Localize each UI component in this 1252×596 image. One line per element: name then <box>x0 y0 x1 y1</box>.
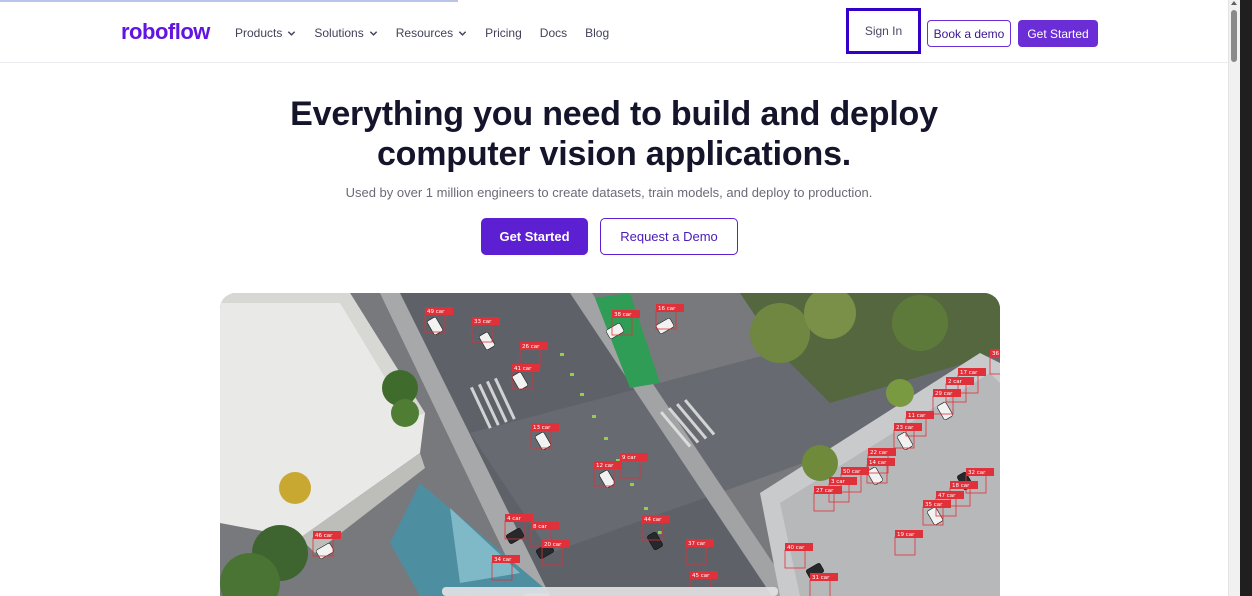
menu-docs[interactable]: Docs <box>540 26 567 40</box>
roboflow-logo[interactable]: roboflow <box>121 19 210 45</box>
menu-blog[interactable]: Blog <box>585 26 609 40</box>
detection-label: 40 car <box>787 545 805 551</box>
detection-label: 29 car <box>935 391 953 397</box>
detection-label: 35 car <box>925 502 943 508</box>
detection-label: 46 car <box>315 533 333 539</box>
sign-in-label: Sign In <box>864 24 903 38</box>
page-scrollbar[interactable] <box>1228 0 1240 596</box>
detection-label: 11 car <box>908 413 926 419</box>
window-edge <box>1240 0 1252 596</box>
detection-label: 37 car <box>688 541 706 547</box>
detection-label: 44 car <box>644 517 662 523</box>
chevron-down-icon <box>458 30 467 36</box>
detection-label: 22 car <box>870 450 888 456</box>
hero-demo-video[interactable]: 49 car 33 car 26 car 41 car 38 car 16 car 13 c… <box>220 293 1000 596</box>
hero-title: Everything you need to build and deploy … <box>0 94 1228 174</box>
menu-products-label: Products <box>235 26 283 40</box>
detection-label: 41 car <box>514 366 532 372</box>
detection-label: 47 car <box>938 493 956 499</box>
hero-title-line-2: computer vision applications. <box>376 135 852 173</box>
detection-label: 18 car <box>952 483 970 489</box>
nav-get-started-button[interactable]: Get Started <box>1018 20 1098 47</box>
menu-docs-label: Docs <box>539 26 568 40</box>
main-menu: Products Solutions Resources Pricing Doc… <box>235 26 627 40</box>
detection-label: 17 car <box>960 370 978 376</box>
menu-blog-label: Blog <box>585 26 610 40</box>
detection-label: 49 car <box>427 309 445 315</box>
detection-label: 8 car <box>533 524 548 530</box>
book-demo-button[interactable]: Book a demo <box>927 20 1011 47</box>
detection-label: 23 car <box>896 425 914 431</box>
detection-label: 27 car <box>816 488 834 494</box>
detection-label: 12 car <box>596 463 614 469</box>
detection-label: 34 car <box>494 557 512 563</box>
hero-title-line-1: Everything you need to build and deploy <box>290 95 938 133</box>
detection-label: 16 car <box>658 306 676 312</box>
scroll-up-arrow-icon[interactable] <box>1231 1 1237 5</box>
detection-label: 20 car <box>544 542 562 548</box>
video-scrubber[interactable] <box>442 587 778 596</box>
detection-label: 19 car <box>897 532 915 538</box>
detection-label: 45 car <box>692 573 710 579</box>
hero-get-started-button[interactable]: Get Started <box>481 218 588 255</box>
detection-label: 33 car <box>474 319 492 325</box>
aerial-intersection-scene: 49 car 33 car 26 car 41 car 38 car 16 car 13 c… <box>220 293 1000 596</box>
detection-label: 26 car <box>522 344 540 350</box>
detection-label: 3 car <box>831 479 846 485</box>
top-navbar: roboflow Products Solutions Resources Pr… <box>0 0 1228 63</box>
chevron-down-icon <box>288 30 296 36</box>
menu-pricing-label: Pricing <box>485 26 522 40</box>
sign-in-button[interactable]: Sign In <box>846 8 921 54</box>
scrollbar-thumb[interactable] <box>1231 10 1237 62</box>
detection-label: 36 car <box>992 351 1000 357</box>
detection-label: 14 car <box>869 460 887 466</box>
detection-label: 13 car <box>533 425 551 431</box>
detection-label: 4 car <box>507 516 522 522</box>
detection-label: 2 car <box>948 379 963 385</box>
menu-solutions[interactable]: Solutions <box>314 26 377 40</box>
menu-products[interactable]: Products <box>235 26 296 40</box>
request-demo-button[interactable]: Request a Demo <box>600 218 738 255</box>
hero-subtitle: Used by over 1 million engineers to crea… <box>345 185 873 200</box>
detection-label: 9 car <box>622 455 637 461</box>
menu-pricing[interactable]: Pricing <box>485 26 522 40</box>
menu-solutions-label: Solutions <box>314 26 364 40</box>
menu-resources-label: Resources <box>395 26 454 40</box>
menu-resources[interactable]: Resources <box>396 26 467 40</box>
detection-label: 50 car <box>843 469 861 475</box>
detection-label: 31 car <box>812 575 830 581</box>
detection-label: 32 car <box>968 470 986 476</box>
detection-label: 38 car <box>614 312 632 318</box>
chevron-down-icon <box>369 30 377 36</box>
